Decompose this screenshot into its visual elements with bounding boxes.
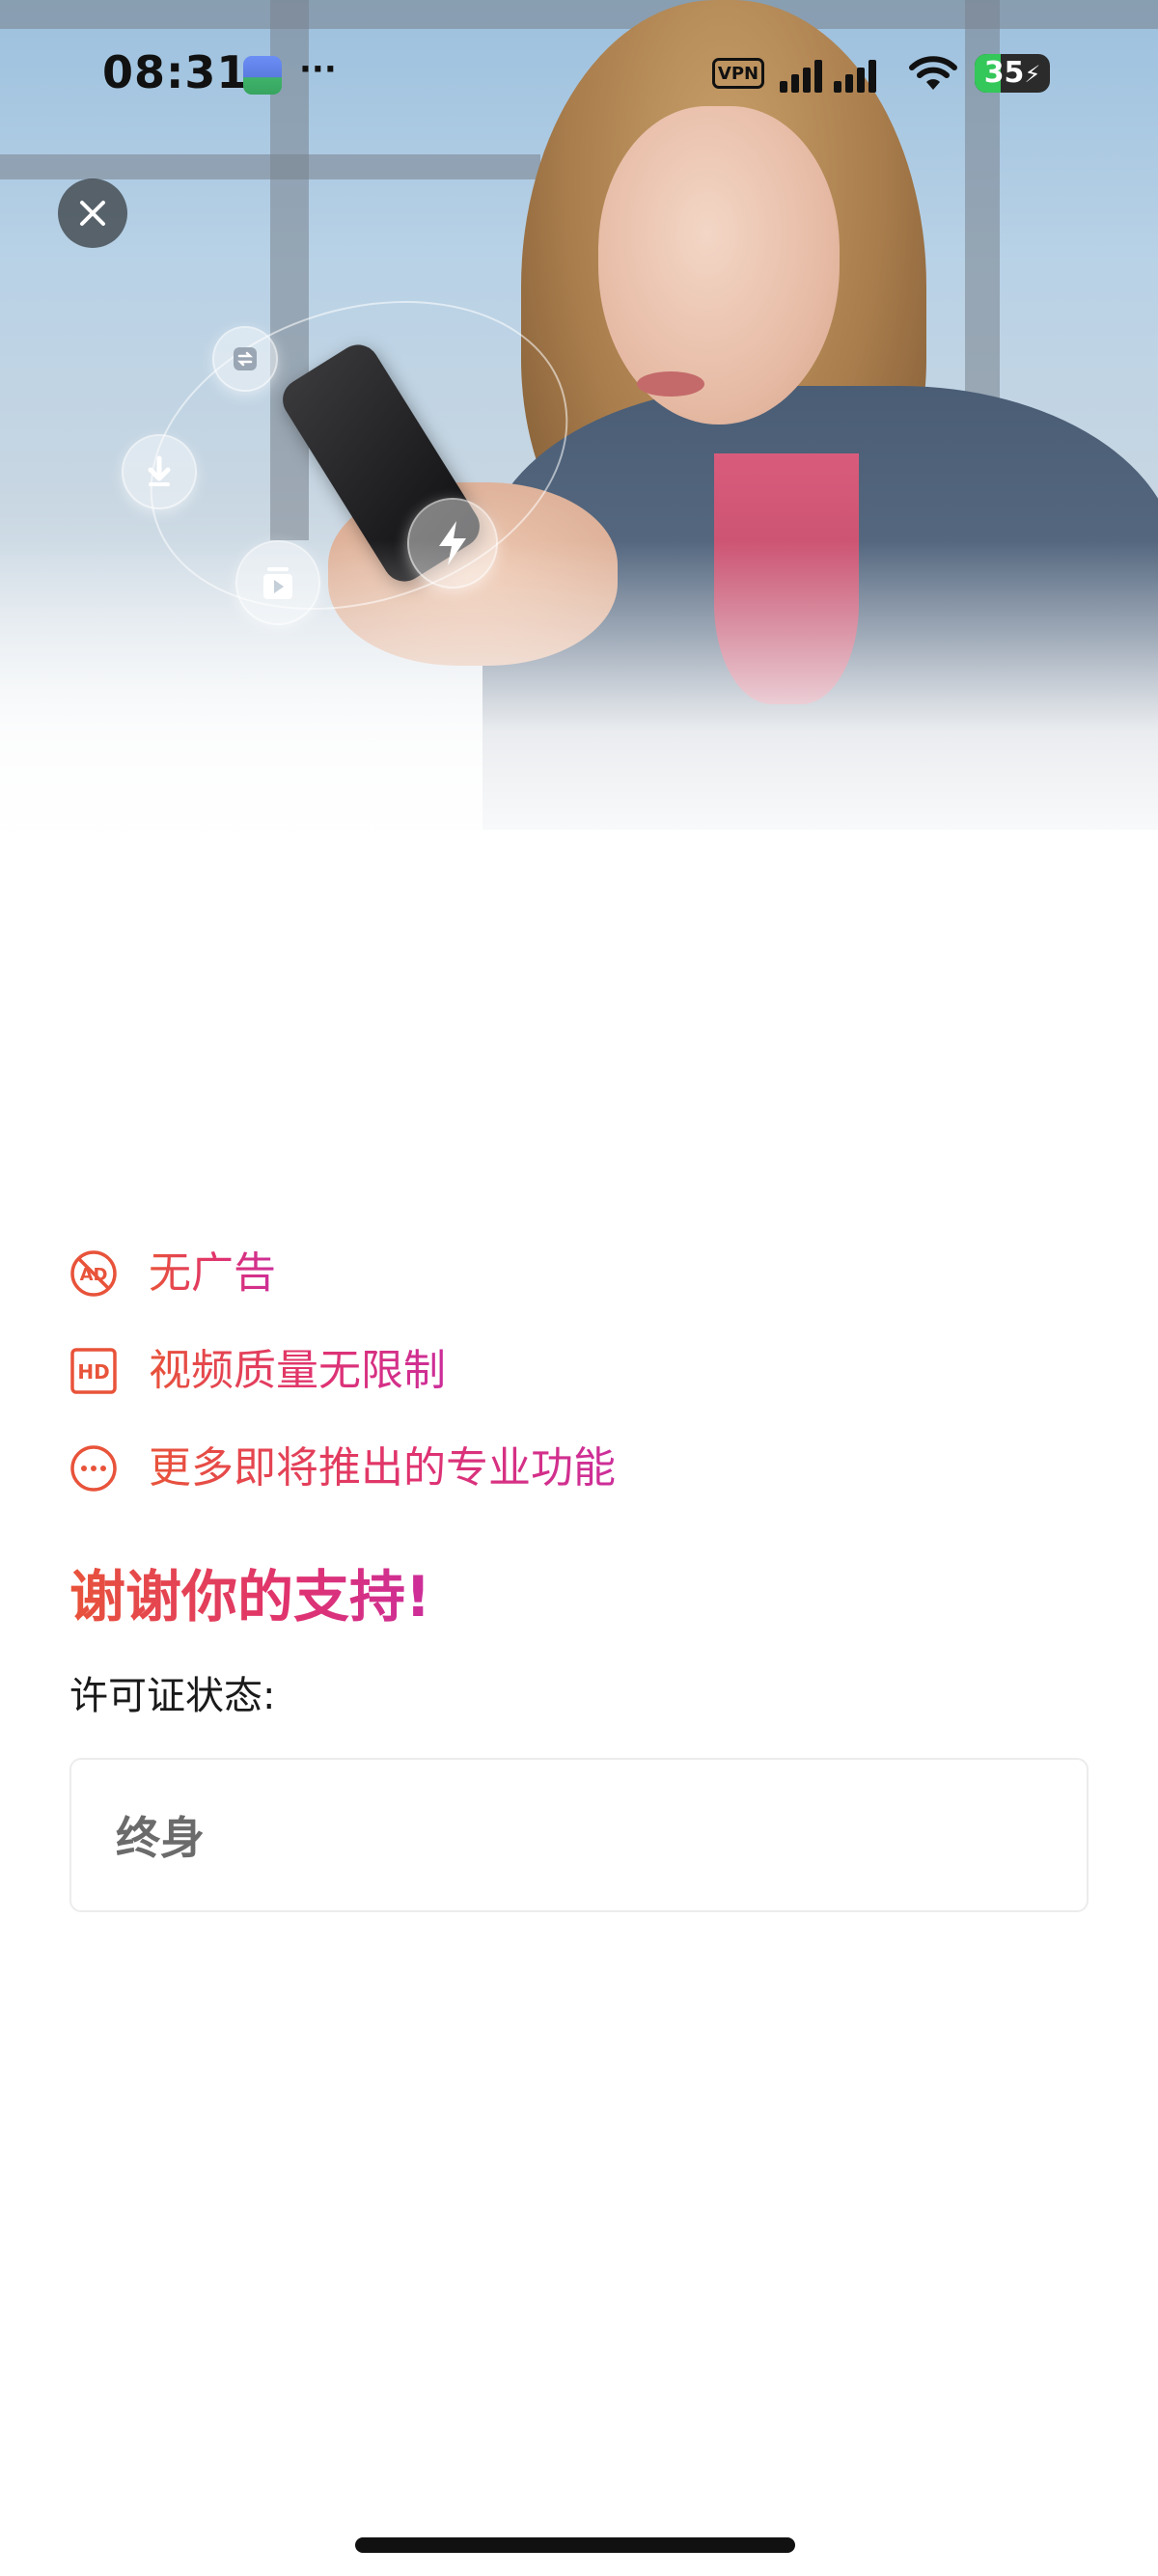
- feature-label: 视频质量无限制: [149, 1342, 446, 1400]
- window-frame-mid: [0, 154, 540, 179]
- person-face: [598, 106, 840, 425]
- battery-percent-value: 35: [983, 56, 1025, 90]
- feature-more-pro: 更多即将推出的专业功能: [69, 1439, 616, 1497]
- feature-hd-quality: HD 视频质量无限制: [69, 1342, 446, 1400]
- feature-label: 更多即将推出的专业功能: [149, 1439, 616, 1497]
- license-status-value: 终身: [116, 1812, 205, 1864]
- status-more-dots: ···: [299, 50, 337, 89]
- wifi-icon: [909, 54, 957, 96]
- close-button[interactable]: [58, 178, 127, 248]
- home-indicator[interactable]: [355, 2537, 795, 2553]
- more-icon: [69, 1444, 118, 1493]
- license-status-label: 许可证状态:: [69, 1674, 276, 1718]
- battery-percent: 35⚡: [975, 54, 1050, 93]
- feature-label: 无广告: [149, 1245, 276, 1302]
- thanks-heading: 谢谢你的支持!: [69, 1564, 431, 1630]
- close-icon: [80, 201, 105, 226]
- hero-image: [0, 0, 1158, 888]
- no-ads-icon: AD: [69, 1249, 118, 1298]
- status-time: 08:31: [102, 46, 249, 98]
- sync-icon: [214, 328, 276, 390]
- battery-indicator: 35⚡: [975, 54, 1050, 93]
- person-lips: [637, 371, 704, 397]
- feature-no-ads: AD 无广告: [69, 1245, 276, 1302]
- svg-text:HD: HD: [77, 1360, 109, 1384]
- cellular-signal-icon: [780, 56, 894, 98]
- vpn-badge: VPN: [712, 58, 764, 89]
- charging-bolt-icon: ⚡: [1024, 61, 1041, 88]
- download-icon: [124, 436, 195, 507]
- hero-fade: [0, 540, 1158, 888]
- app-notification-icon: [243, 56, 282, 95]
- hd-icon: HD: [69, 1347, 118, 1395]
- license-status-field: 终身: [69, 1758, 1089, 1912]
